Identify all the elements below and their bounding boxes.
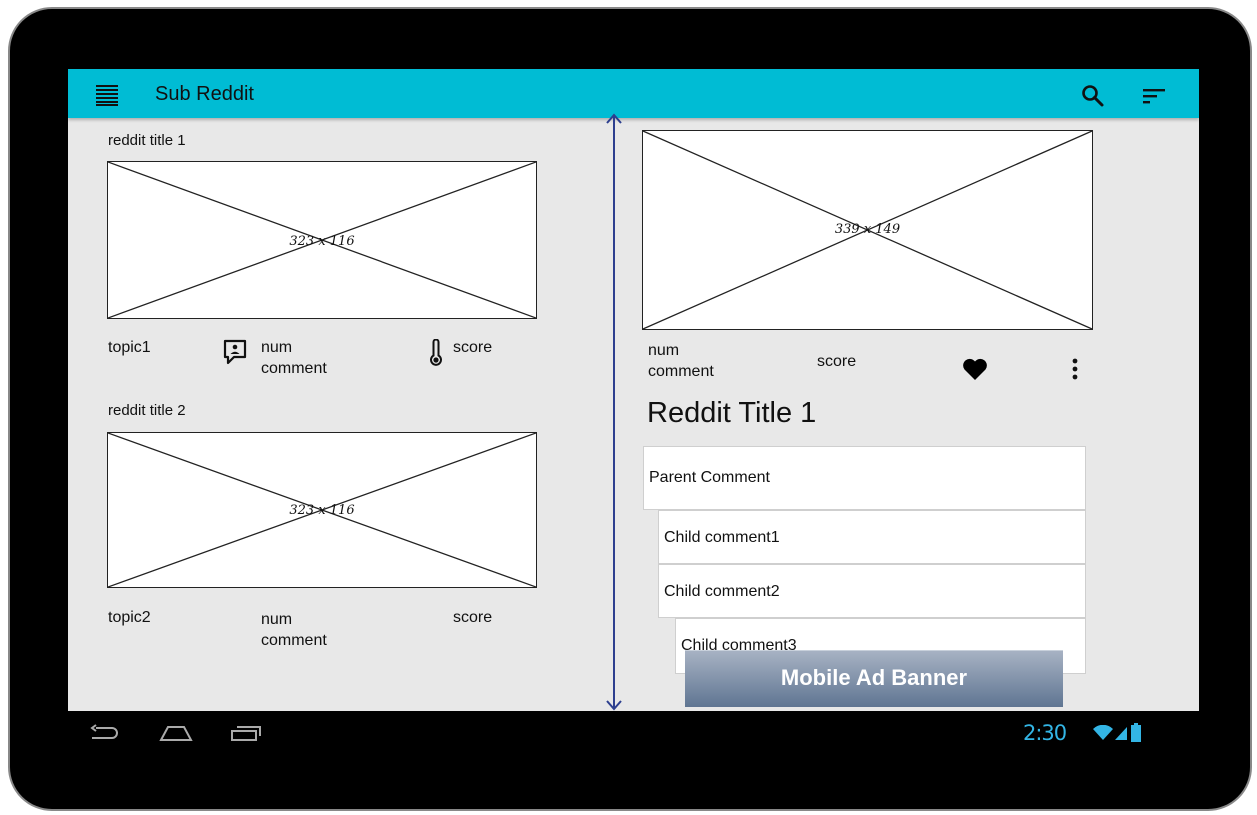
back-icon[interactable] bbox=[88, 724, 120, 742]
image-size-label: 323 x 116 bbox=[289, 503, 355, 518]
num-comment-line: comment bbox=[648, 363, 714, 380]
pane-resize-handle[interactable] bbox=[605, 113, 623, 711]
child-comment[interactable]: Child comment2 bbox=[658, 564, 1086, 618]
wifi-icon bbox=[1093, 725, 1113, 740]
comment-icon bbox=[223, 339, 247, 365]
heart-icon[interactable] bbox=[962, 358, 988, 381]
parent-comment[interactable]: Parent Comment bbox=[643, 446, 1086, 510]
feed-item-topic: topic1 bbox=[108, 339, 151, 356]
num-comment-line: comment bbox=[261, 360, 327, 377]
detail-image[interactable]: 339 x 149 bbox=[642, 130, 1093, 330]
image-size-label: 339 x 149 bbox=[834, 222, 901, 237]
detail-title: Reddit Title 1 bbox=[647, 397, 817, 429]
app-bar: Sub Reddit bbox=[68, 69, 1199, 118]
comment-text: Parent Comment bbox=[649, 469, 770, 486]
detail-score: score bbox=[817, 353, 857, 370]
app-title: Sub Reddit bbox=[155, 83, 254, 105]
feed-item-topic: topic2 bbox=[108, 609, 151, 626]
num-comment-line: num bbox=[648, 342, 680, 359]
feed-item-title[interactable]: reddit title 2 bbox=[108, 402, 186, 419]
sort-icon[interactable] bbox=[1142, 85, 1166, 107]
system-nav-bar: 2:30 bbox=[68, 711, 1199, 753]
feed-item-title[interactable]: reddit title 1 bbox=[108, 132, 186, 149]
num-comment-line: num bbox=[261, 611, 293, 628]
num-comment-label: num comment bbox=[261, 337, 327, 379]
score-label: score bbox=[453, 609, 493, 626]
signal-icon bbox=[1115, 727, 1127, 740]
search-icon[interactable] bbox=[1081, 84, 1105, 108]
battery-icon bbox=[1131, 723, 1141, 742]
comment-text: Child comment1 bbox=[664, 529, 780, 546]
image-size-label: 323 x 116 bbox=[289, 234, 355, 249]
num-comment-line: comment bbox=[261, 632, 327, 649]
menu-icon[interactable] bbox=[96, 84, 118, 106]
ad-banner[interactable]: Mobile Ad Banner bbox=[685, 650, 1063, 707]
feed-item-image[interactable]: 323 x 116 bbox=[107, 432, 537, 588]
num-comment-label: num comment bbox=[261, 609, 327, 651]
detail-num-comment: num comment bbox=[648, 340, 714, 382]
recents-icon[interactable] bbox=[230, 724, 262, 742]
home-icon[interactable] bbox=[158, 723, 194, 743]
child-comment[interactable]: Child comment1 bbox=[658, 510, 1086, 564]
feed-item-image[interactable]: 323 x 116 bbox=[107, 161, 537, 319]
more-vert-icon[interactable] bbox=[1071, 357, 1079, 381]
status-clock: 2:30 bbox=[1023, 721, 1067, 745]
comment-text: Child comment2 bbox=[664, 583, 780, 600]
app-screen: Sub Reddit reddit title 1 323 x 116 topi… bbox=[68, 69, 1199, 711]
num-comment-line: num bbox=[261, 339, 293, 356]
thermometer-icon bbox=[430, 339, 442, 366]
score-label: score bbox=[453, 339, 493, 356]
